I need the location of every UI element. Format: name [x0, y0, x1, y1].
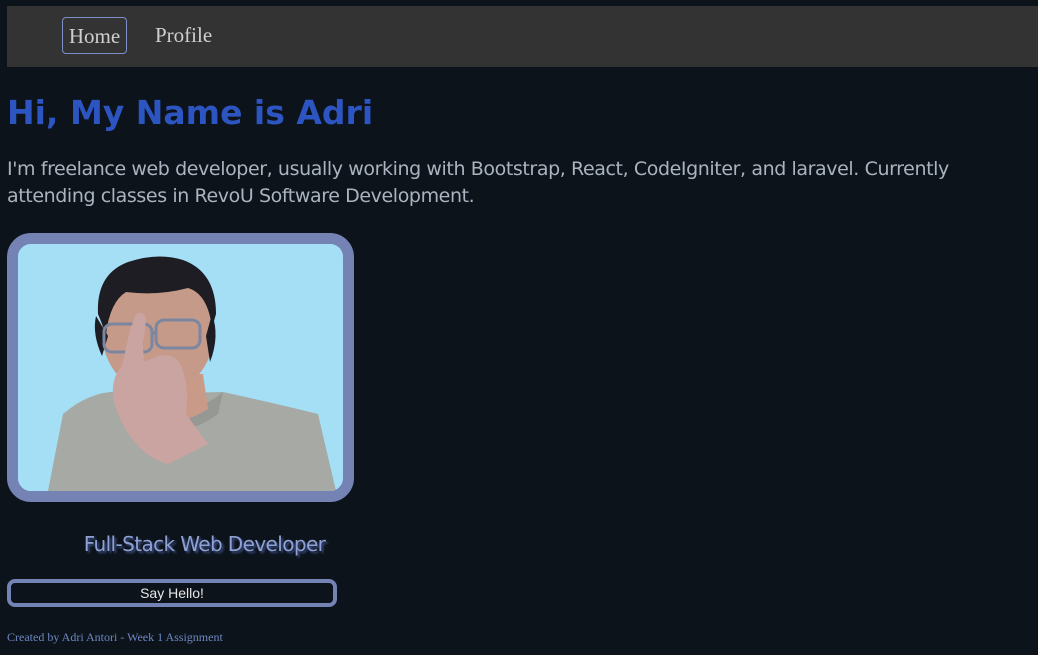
role-subtitle: Full-Stack Web Developer [83, 532, 326, 556]
navbar: Home Profile [7, 6, 1038, 67]
footer-credit: Created by Adri Antori - Week 1 Assignme… [7, 630, 223, 644]
profile-photo-illustration [18, 244, 343, 491]
page-title: Hi, My Name is Adri [7, 93, 374, 132]
say-hello-button[interactable]: Say Hello! [7, 579, 337, 607]
profile-photo [7, 233, 354, 502]
nav-home-link[interactable]: Home [62, 17, 127, 54]
intro-text: I'm freelance web developer, usually wor… [7, 158, 949, 207]
nav-profile-link[interactable]: Profile [155, 17, 212, 54]
